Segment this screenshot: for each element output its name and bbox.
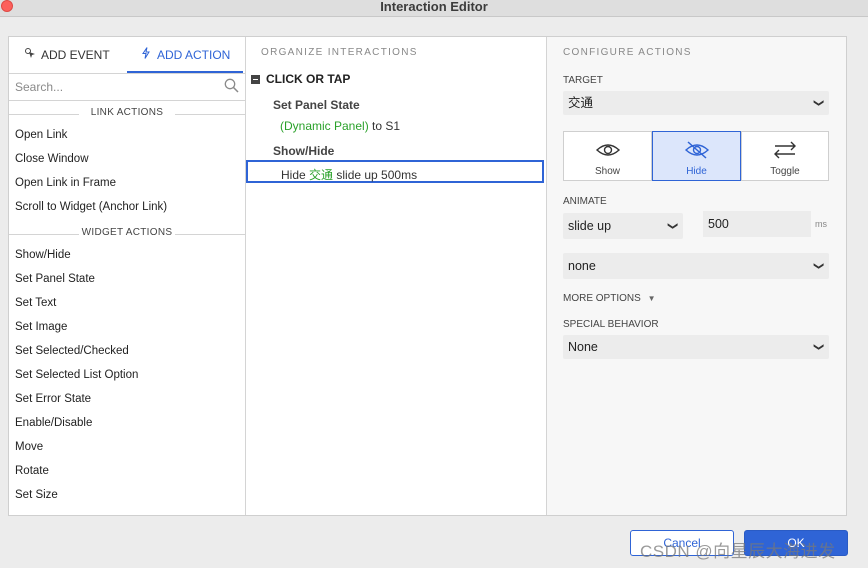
target-label: TARGET	[563, 75, 603, 86]
action-set-selected-checked[interactable]: Set Selected/Checked	[15, 345, 129, 357]
action-open-link-in-frame[interactable]: Open Link in Frame	[15, 177, 116, 189]
action-detail-rest: slide up 500ms	[333, 168, 418, 182]
more-options-toggle[interactable]: MORE OPTIONS ▼	[563, 293, 656, 304]
action-set-text[interactable]: Set Text	[15, 297, 56, 309]
lightning-icon	[139, 37, 153, 73]
action-open-link[interactable]: Open Link	[15, 129, 67, 141]
action-rotate[interactable]: Rotate	[15, 465, 49, 477]
duration-input[interactable]	[703, 211, 811, 237]
actions-library-panel: ADD EVENT ADD ACTION LINK ACTIONS Open L…	[9, 37, 246, 515]
animate-value: slide up	[568, 219, 612, 233]
action-target-dynamic-panel: (Dynamic Panel)	[280, 119, 369, 133]
action-show-hide[interactable]: Show/Hide	[15, 249, 71, 261]
cursor-click-icon	[23, 37, 37, 73]
search-icon[interactable]	[224, 78, 239, 96]
swap-arrows-icon	[774, 141, 796, 159]
organize-interactions-panel: ORGANIZE INTERACTIONS CLICK OR TAP Set P…	[246, 37, 547, 515]
action-set-panel-state[interactable]: Set Panel State	[15, 273, 95, 285]
special-behavior-value: None	[568, 340, 598, 354]
event-click-or-tap[interactable]: CLICK OR TAP	[266, 72, 350, 86]
configure-actions-panel: CONFIGURE ACTIONS TARGET 交通 ❯ Show Hide …	[547, 37, 846, 515]
tab-add-action-label: ADD ACTION	[157, 48, 231, 62]
tab-add-event[interactable]: ADD EVENT	[23, 37, 110, 73]
duration-unit: ms	[815, 219, 827, 229]
action-move[interactable]: Move	[15, 441, 43, 453]
action-detail-hide: Hide 交通 slide up 500ms	[281, 166, 417, 183]
interaction-editor: ADD EVENT ADD ACTION LINK ACTIONS Open L…	[8, 36, 847, 516]
title-bar: Interaction Editor	[0, 0, 868, 17]
selected-action-row[interactable]: Hide 交通 slide up 500ms	[246, 160, 544, 183]
show-button[interactable]: Show	[564, 132, 652, 180]
easing-dropdown[interactable]: none ❯	[563, 253, 829, 279]
chevron-down-icon: ❯	[666, 221, 678, 231]
caret-down-icon: ▼	[647, 294, 656, 303]
easing-value: none	[568, 259, 596, 273]
action-verb: Hide	[281, 168, 310, 182]
action-set-image[interactable]: Set Image	[15, 321, 67, 333]
action-set-error-state[interactable]: Set Error State	[15, 393, 91, 405]
target-dropdown[interactable]: 交通 ❯	[563, 91, 829, 115]
special-behavior-label: SPECIAL BEHAVIOR	[563, 319, 659, 330]
action-set-size[interactable]: Set Size	[15, 489, 58, 501]
visibility-toggle-group: Show Hide Toggle	[563, 131, 829, 181]
chevron-down-icon: ❯	[812, 261, 824, 271]
action-search	[9, 74, 245, 101]
animate-label: ANIMATE	[563, 196, 607, 207]
tab-add-event-label: ADD EVENT	[41, 48, 110, 62]
toggle-button[interactable]: Toggle	[741, 132, 828, 180]
eye-icon	[595, 144, 620, 156]
organize-heading: ORGANIZE INTERACTIONS	[261, 47, 418, 58]
chevron-down-icon: ❯	[812, 342, 824, 352]
collapse-icon[interactable]	[251, 75, 260, 84]
special-behavior-dropdown[interactable]: None ❯	[563, 335, 829, 359]
tab-add-action[interactable]: ADD ACTION	[127, 37, 243, 73]
link-actions-heading: LINK ACTIONS	[9, 107, 245, 121]
action-set-selected-list-option[interactable]: Set Selected List Option	[15, 369, 138, 381]
action-title-set-panel-state[interactable]: Set Panel State	[273, 98, 360, 112]
action-detail-set-panel-state[interactable]: (Dynamic Panel) to S1	[280, 119, 400, 133]
eye-slash-icon	[684, 141, 709, 159]
widget-actions-heading: WIDGET ACTIONS	[9, 227, 245, 241]
action-target-widget: 交通	[309, 168, 334, 182]
animate-dropdown[interactable]: slide up ❯	[563, 213, 683, 239]
action-close-window[interactable]: Close Window	[15, 153, 89, 165]
action-enable-disable[interactable]: Enable/Disable	[15, 417, 92, 429]
search-input[interactable]	[13, 77, 217, 97]
more-options-label: MORE OPTIONS	[563, 293, 641, 304]
toggle-label: Toggle	[770, 166, 800, 177]
window-title: Interaction Editor	[380, 0, 488, 14]
configure-heading: CONFIGURE ACTIONS	[563, 47, 692, 58]
library-tabs: ADD EVENT ADD ACTION	[9, 37, 245, 74]
chevron-down-icon: ❯	[812, 98, 824, 108]
target-value: 交通	[568, 96, 594, 110]
hide-button[interactable]: Hide	[652, 131, 741, 181]
show-label: Show	[594, 166, 620, 177]
watermark: CSDN @向星辰大海进发	[640, 542, 836, 561]
action-scroll-to-widget[interactable]: Scroll to Widget (Anchor Link)	[15, 201, 167, 213]
action-title-show-hide[interactable]: Show/Hide	[273, 144, 334, 158]
action-detail-rest: to S1	[368, 119, 401, 133]
hide-label: Hide	[686, 166, 707, 177]
